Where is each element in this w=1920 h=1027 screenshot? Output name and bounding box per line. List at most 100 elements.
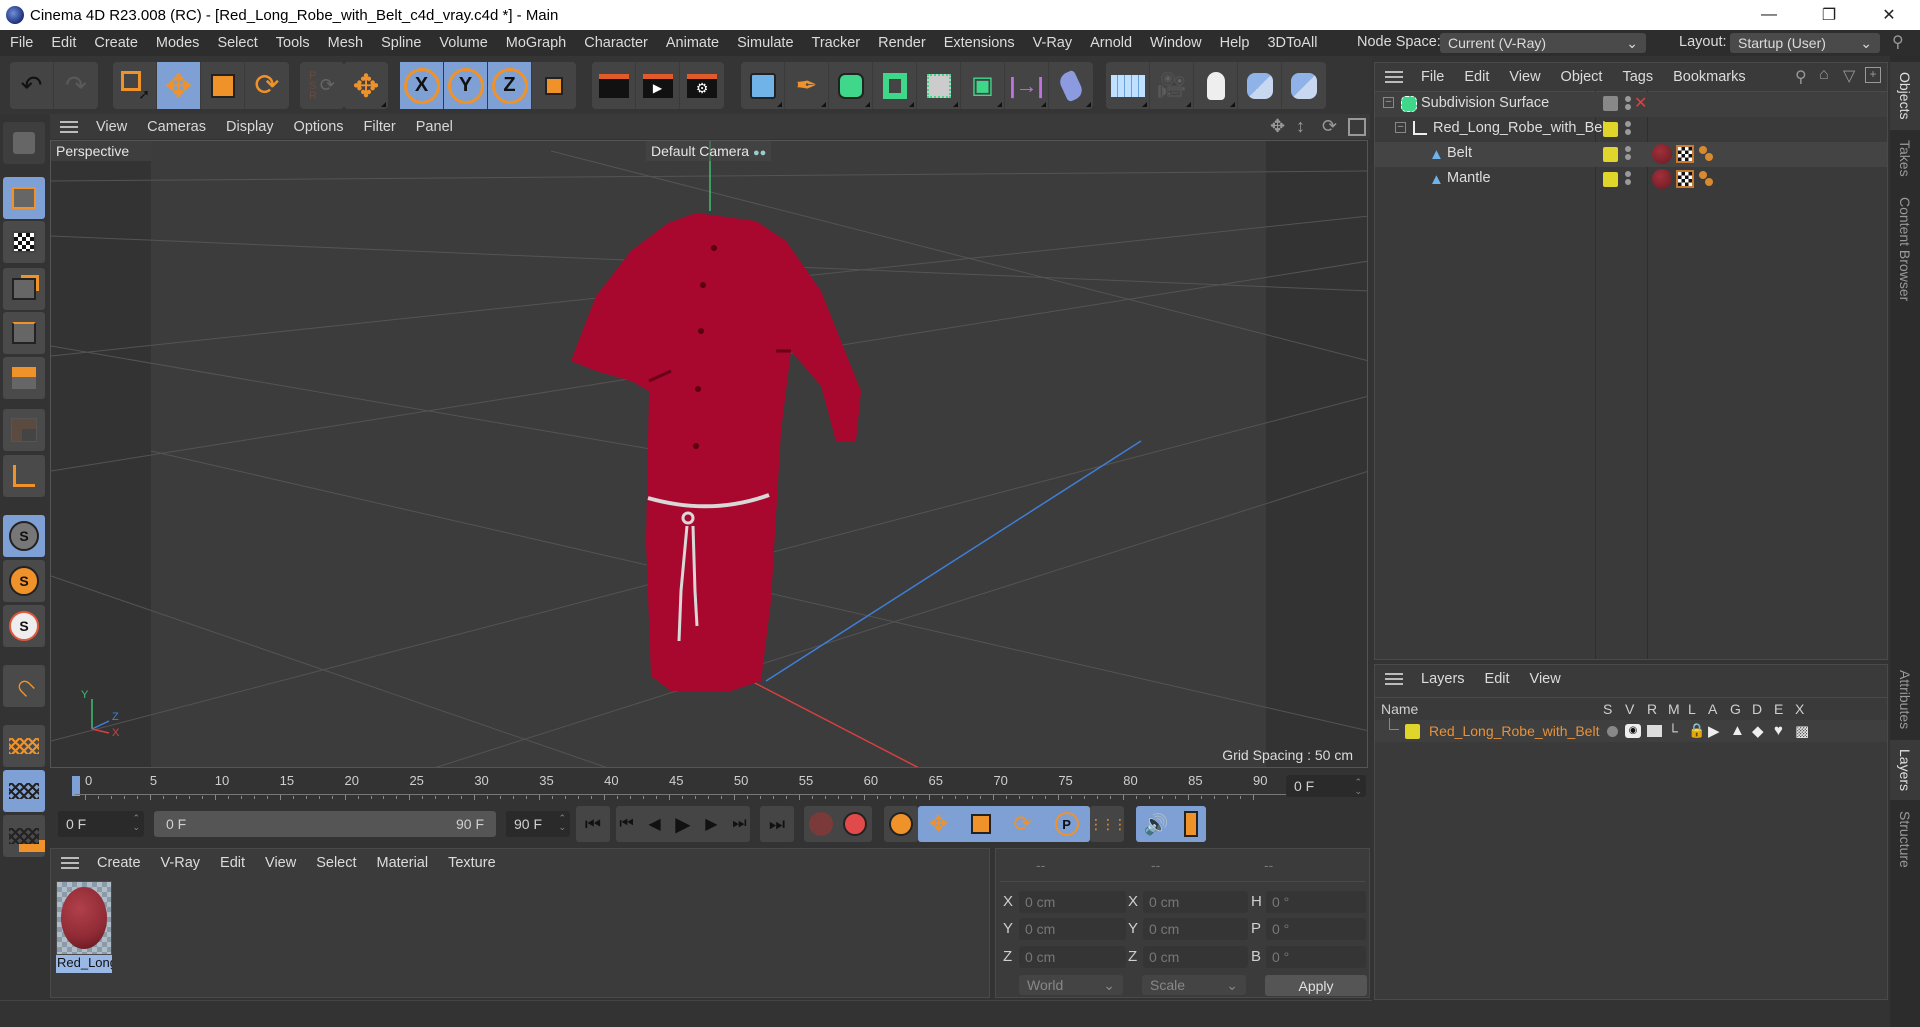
extrude-button[interactable] (873, 62, 917, 109)
play-icon[interactable]: ▶ (675, 812, 690, 837)
mograph-button[interactable]: ▣ (961, 62, 1005, 109)
col-render[interactable]: R (1647, 701, 1657, 717)
node-space-dropdown[interactable]: Current (V-Ray) ⌄ (1440, 33, 1646, 53)
menu-character[interactable]: Character (575, 35, 657, 51)
current-frame-field[interactable]: 0 F ⌃ ⌄ (1286, 775, 1366, 797)
generators-toggle-icon[interactable]: ▲ (1730, 722, 1745, 739)
menu-file[interactable]: File (0, 35, 42, 51)
material-swatch[interactable]: Red_Long_R (56, 881, 112, 973)
redo-button[interactable]: ↷ (54, 62, 98, 109)
layer-color-swatch[interactable] (1405, 724, 1420, 739)
material-tag-icon[interactable] (1652, 169, 1672, 189)
objects-menu-view[interactable]: View (1499, 69, 1550, 85)
key-position-icon[interactable]: ✥ (929, 811, 947, 837)
pos-y-field[interactable]: 0 cm (1019, 918, 1126, 940)
manager-toggle-icon[interactable]: └ (1668, 723, 1678, 739)
menu-edit[interactable]: Edit (42, 35, 85, 51)
restore-button[interactable]: ❐ (1800, 0, 1858, 30)
menu-create[interactable]: Create (85, 35, 147, 51)
col-manager[interactable]: M (1668, 701, 1680, 717)
python-2-button[interactable] (1282, 62, 1326, 109)
menu-3dtoall[interactable]: 3DToAll (1258, 35, 1326, 51)
menu-tracker[interactable]: Tracker (803, 35, 870, 51)
coordinate-system-button[interactable] (532, 62, 576, 109)
menu-arnold[interactable]: Arnold (1081, 35, 1141, 51)
rot-p-field[interactable]: 0 ° (1266, 918, 1366, 940)
axis-mode-button[interactable] (3, 455, 45, 497)
undo-button[interactable]: ↶ (10, 62, 54, 109)
size-y-field[interactable]: 0 cm (1143, 918, 1248, 940)
menu-help[interactable]: Help (1211, 35, 1259, 51)
menu-mograph[interactable]: MoGraph (497, 35, 575, 51)
layer-color-swatch[interactable] (1603, 122, 1618, 137)
objects-menu-file[interactable]: File (1411, 69, 1454, 85)
material-menu-icon[interactable] (61, 857, 79, 869)
menu-tools[interactable]: Tools (267, 35, 319, 51)
size-z-field[interactable]: 0 cm (1143, 946, 1248, 968)
objects-menu-icon[interactable] (1385, 71, 1403, 83)
rotate-button[interactable]: ⟳ (245, 62, 289, 109)
menu-window[interactable]: Window (1141, 35, 1211, 51)
minimize-button[interactable]: — (1740, 0, 1798, 30)
menu-spline[interactable]: Spline (372, 35, 430, 51)
solo-toggle-icon[interactable] (1607, 726, 1618, 737)
floor-button[interactable] (1106, 62, 1150, 109)
key-pla-button[interactable]: ⋮⋮⋮ (1089, 806, 1127, 842)
rotate-view-icon[interactable]: ⟳ (1322, 116, 1337, 137)
solo-hierarchy-button[interactable]: S (3, 605, 45, 647)
pos-z-field[interactable]: 0 cm (1019, 946, 1126, 968)
deformers-toggle-icon[interactable]: ◆ (1752, 722, 1764, 740)
rot-h-field[interactable]: 0 ° (1266, 891, 1366, 913)
go-to-start-button[interactable]: ⏮ (576, 806, 610, 842)
tab-takes[interactable]: Takes (1890, 132, 1920, 184)
solo-off-button[interactable]: S (3, 515, 45, 557)
move-button[interactable]: ✥ (157, 62, 201, 109)
col-name[interactable]: Name (1381, 701, 1418, 717)
layout-dropdown[interactable]: Startup (User) ⌄ (1730, 33, 1880, 53)
key-scale-icon[interactable] (970, 814, 991, 834)
subdivision-surface-button[interactable] (829, 62, 873, 109)
objects-menu-bookmarks[interactable]: Bookmarks (1663, 69, 1756, 85)
object-row-belt[interactable]: ▲ Belt (1375, 142, 1887, 167)
frame-range-slider[interactable]: 0 F 90 F (154, 811, 496, 837)
menu-modes[interactable]: Modes (147, 35, 209, 51)
menu-extensions[interactable]: Extensions (935, 35, 1024, 51)
layer-row[interactable]: Red_Long_Robe_with_Belt ◉ └ 🔒 ▶ ▲ ◆ ♥ ▩ (1375, 718, 1887, 742)
points-mode-button[interactable] (3, 268, 45, 310)
layer-name[interactable]: Red_Long_Robe_with_Belt (1429, 723, 1599, 739)
z-axis-lock-button[interactable]: Z (488, 62, 532, 109)
next-frame-icon[interactable]: ▶ (705, 814, 717, 834)
visible-toggle-icon[interactable]: ◉ (1625, 724, 1641, 738)
go-to-end-button[interactable]: ⏭ (760, 806, 794, 842)
col-deformers[interactable]: D (1752, 701, 1762, 717)
col-xref[interactable]: X (1795, 701, 1804, 717)
material-menu-select[interactable]: Select (306, 855, 366, 871)
light-button[interactable] (1194, 62, 1238, 109)
material-menu-vray[interactable]: V-Ray (151, 855, 211, 871)
col-locked[interactable]: L (1688, 701, 1696, 717)
visibility-dots[interactable] (1625, 96, 1631, 112)
collapse-icon[interactable]: – (1395, 122, 1406, 133)
col-generators[interactable]: G (1730, 701, 1741, 717)
render-settings-button[interactable]: ⚙ (680, 62, 724, 109)
record-keys-icon[interactable] (809, 812, 833, 836)
expressions-toggle-icon[interactable]: ♥ (1774, 722, 1783, 739)
make-editable-button[interactable] (3, 122, 45, 164)
size-x-field[interactable]: 0 cm (1143, 891, 1248, 913)
home-icon[interactable]: ⌂ (1819, 66, 1829, 84)
visibility-dots[interactable] (1625, 146, 1631, 162)
pos-x-field[interactable]: 0 cm (1019, 891, 1126, 913)
layers-menu-view[interactable]: View (1520, 671, 1571, 687)
pen-button[interactable]: ✒ (785, 62, 829, 109)
filter-icon[interactable]: ▽ (1843, 66, 1855, 86)
camera-label[interactable]: Default Camera ●● (646, 141, 772, 161)
python-button[interactable] (1238, 62, 1282, 109)
scale-button[interactable] (201, 62, 245, 109)
search-icon[interactable]: ⚲ (1892, 32, 1904, 52)
planar-workplane-button[interactable] (3, 815, 45, 857)
tab-layers[interactable]: Layers (1890, 740, 1920, 800)
solo-single-button[interactable]: S (3, 560, 45, 602)
menu-volume[interactable]: Volume (430, 35, 496, 51)
sound-icon[interactable]: 🔊 (1144, 812, 1169, 837)
end-frame-field[interactable]: 90 F ⌃ ⌄ (506, 811, 570, 837)
